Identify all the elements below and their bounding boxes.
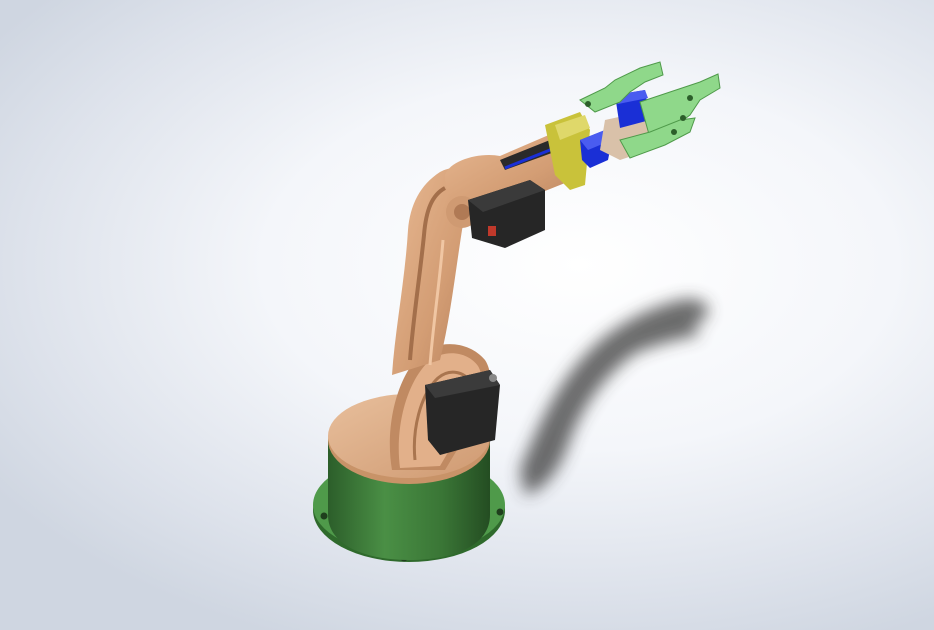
ground-shadow	[520, 299, 709, 495]
cad-viewport[interactable]	[0, 0, 934, 630]
robot-arm-model[interactable]	[0, 0, 934, 630]
